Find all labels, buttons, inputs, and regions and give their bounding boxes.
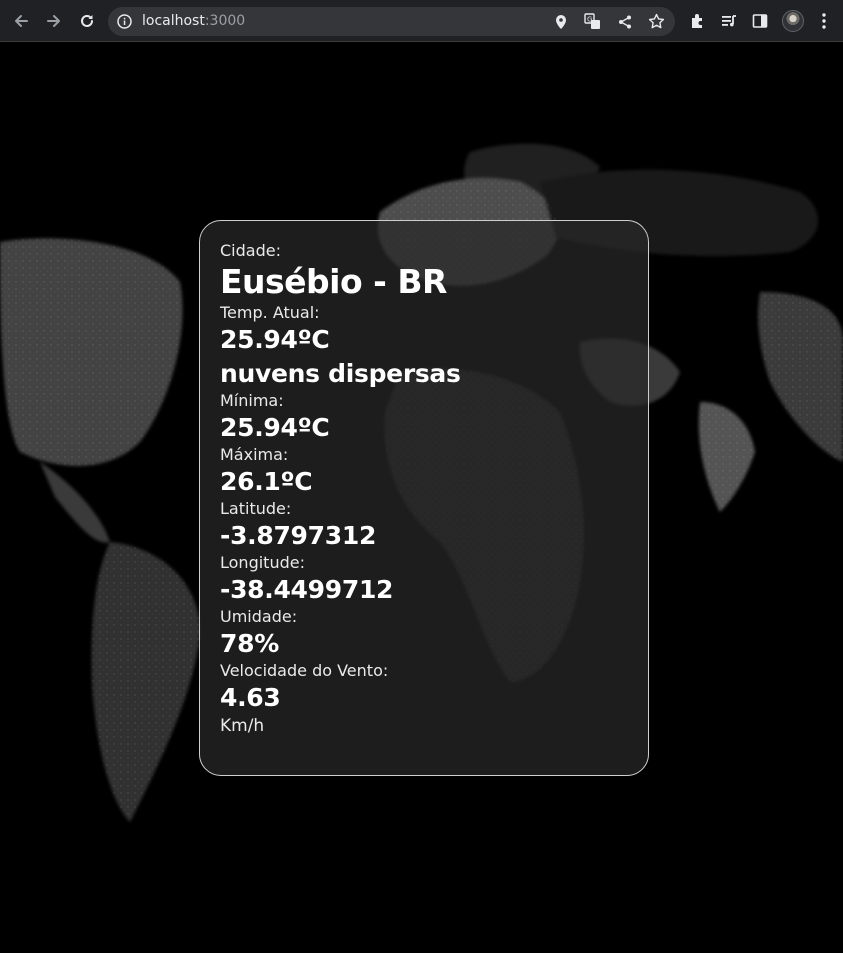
- city-label: Cidade:: [220, 241, 281, 260]
- media-queue-icon[interactable]: [718, 10, 740, 32]
- url-host: localhost: [142, 13, 205, 29]
- url-port: :3000: [204, 13, 246, 29]
- extensions-icon[interactable]: [687, 10, 709, 32]
- wind-speed-value: 4.63: [220, 683, 281, 712]
- forward-icon[interactable]: [41, 8, 67, 34]
- browser-toolbar: localhost:3000 G: [0, 0, 843, 42]
- city-name: Eusébio - BR: [220, 262, 447, 301]
- reload-icon[interactable]: [74, 8, 100, 34]
- longitude-label: Longitude:: [220, 553, 305, 572]
- min-temp-label: Mínima:: [220, 391, 284, 410]
- wind-speed-unit: Km/h: [220, 716, 265, 736]
- max-temp: 26.1ºC: [220, 467, 313, 496]
- humidity-value: 78%: [220, 629, 279, 658]
- location-icon[interactable]: [552, 13, 569, 30]
- bookmark-star-icon[interactable]: [648, 13, 665, 30]
- min-temp: 25.94ºC: [220, 413, 330, 442]
- humidity-label: Umidade:: [220, 607, 298, 626]
- max-temp-label: Máxima:: [220, 445, 289, 464]
- longitude-value: -38.4499712: [220, 575, 394, 604]
- current-temp: 25.94ºC: [220, 325, 330, 354]
- svg-text:G: G: [587, 15, 592, 23]
- page-viewport: Cidade: Eusébio - BR Temp. Atual: 25.94º…: [0, 42, 843, 953]
- latitude-value: -3.8797312: [220, 521, 377, 550]
- wind-speed-label: Velocidade do Vento:: [220, 661, 389, 680]
- weather-card: Cidade: Eusébio - BR Temp. Atual: 25.94º…: [199, 220, 649, 776]
- side-panel-icon[interactable]: [749, 10, 771, 32]
- share-icon[interactable]: [616, 13, 633, 30]
- site-info-icon[interactable]: [116, 13, 133, 30]
- temp-label: Temp. Atual:: [220, 303, 320, 322]
- latitude-label: Latitude:: [220, 499, 292, 518]
- translate-icon[interactable]: G: [584, 13, 601, 30]
- address-bar[interactable]: localhost:3000 G: [108, 7, 675, 36]
- back-icon[interactable]: [8, 8, 34, 34]
- weather-description: nuvens dispersas: [220, 359, 461, 388]
- menu-kebab-icon[interactable]: [813, 10, 835, 32]
- url-text: localhost:3000: [142, 13, 245, 29]
- profile-avatar[interactable]: [782, 10, 804, 32]
